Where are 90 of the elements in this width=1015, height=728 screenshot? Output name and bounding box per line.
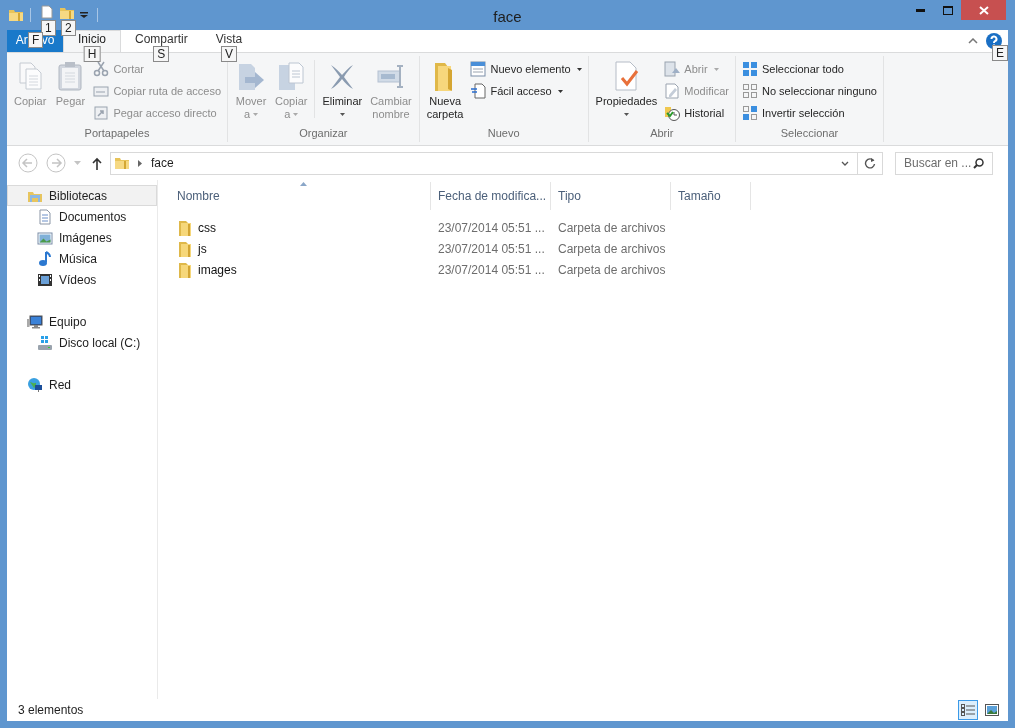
ribbon-button[interactable]: Propiedades <box>592 58 661 116</box>
tree-item[interactable]: Vídeos <box>7 269 157 290</box>
group-label: Seleccionar <box>780 125 839 141</box>
date-cell: 23/07/2014 05:51 ... <box>438 262 545 277</box>
window-title: face <box>493 7 522 27</box>
folder-icon <box>178 261 192 278</box>
group-label: Abrir <box>650 125 674 141</box>
file-name: images <box>198 261 237 279</box>
collapse-ribbon-icon <box>968 38 978 44</box>
file-name: css <box>198 219 216 237</box>
folder-icon <box>178 219 192 236</box>
keytip-label: H <box>83 46 101 62</box>
folder-icon <box>178 240 192 257</box>
search-field[interactable]: Buscar en ... <box>895 151 993 175</box>
search-icon <box>973 157 984 169</box>
document-icon <box>37 208 53 225</box>
picture-icon <box>985 704 999 716</box>
edit-icon <box>664 83 681 99</box>
film-icon <box>37 271 53 288</box>
ribbon-button[interactable]: Historial <box>662 102 731 124</box>
select-none-icon <box>741 83 758 99</box>
column-header[interactable]: Fecha de modifica... <box>431 182 551 210</box>
folder-icon <box>114 155 130 171</box>
tree-item[interactable]: Equipo <box>7 311 157 332</box>
file-name: js <box>198 240 207 258</box>
ribbon-button[interactable]: Nueva carpeta <box>423 58 467 121</box>
new-item-icon <box>470 61 487 77</box>
caret-icon <box>73 161 81 165</box>
tree-item[interactable]: Documentos <box>7 206 157 227</box>
group-label: Portapapeles <box>84 125 150 141</box>
select-all-icon <box>741 61 758 77</box>
ribbon-button[interactable]: Invertir selección <box>739 102 879 124</box>
music-note-icon <box>37 250 53 267</box>
group-label: Nuevo <box>487 125 520 141</box>
easy-access-icon <box>470 83 487 99</box>
close-icon <box>978 5 989 15</box>
keytip-label: 1 <box>41 20 56 36</box>
scissors-icon <box>93 61 110 77</box>
chevron-icon <box>138 159 142 167</box>
breadcrumb[interactable]: face <box>151 154 174 172</box>
ribbon-button[interactable]: Seleccionar todo <box>739 58 879 80</box>
group-label: Organizar <box>299 125 348 141</box>
tree-item[interactable]: Música <box>7 248 157 269</box>
close-button[interactable] <box>961 0 1006 20</box>
maximize-icon <box>942 5 953 15</box>
folder-icon <box>59 5 75 19</box>
dropdown-chevron-icon <box>841 160 849 166</box>
up-arrow-icon <box>92 156 102 170</box>
tree-item[interactable]: Bibliotecas <box>7 185 157 206</box>
type-cell: Carpeta de archivos <box>558 262 666 277</box>
open-icon <box>664 61 681 77</box>
folder-icon <box>8 7 24 23</box>
date-cell: 23/07/2014 05:51 ... <box>438 241 545 256</box>
refresh-icon <box>864 157 876 169</box>
column-header[interactable]: Nombre <box>170 182 431 210</box>
file-row[interactable]: js 23/07/2014 05:51 ... Carpeta de archivos <box>170 238 751 259</box>
details-view-button[interactable] <box>958 700 978 720</box>
ribbon-button[interactable]: No seleccionar ninguno <box>739 80 879 102</box>
column-header[interactable]: Tamaño <box>671 182 751 210</box>
ribbon-button[interactable]: Eliminar <box>319 58 366 116</box>
ribbon-button[interactable]: Nuevo elemento <box>468 58 584 80</box>
column-header[interactable]: Tipo <box>551 182 671 210</box>
keytip-label: E <box>992 45 1008 61</box>
keytip-label: 2 <box>61 20 76 36</box>
drive-icon <box>37 334 53 351</box>
file-row[interactable]: images 23/07/2014 05:51 ... Carpeta de archivos <box>170 259 751 280</box>
minimize-icon <box>916 8 925 12</box>
keytip-label: V <box>220 46 237 62</box>
computer-icon <box>27 313 43 330</box>
shortcut-icon <box>93 105 110 121</box>
keytip-label: F <box>28 32 44 48</box>
file-row[interactable]: css 23/07/2014 05:51 ... Carpeta de archivos <box>170 217 751 238</box>
history-icon <box>664 105 681 121</box>
globe-computer-icon <box>27 376 43 393</box>
status-text: 3 elementos <box>18 702 84 719</box>
tree-item[interactable]: Imágenes <box>7 227 157 248</box>
caret-icon <box>80 12 88 18</box>
details-list-icon <box>961 704 975 716</box>
tree-item[interactable]: Red <box>7 374 157 395</box>
ribbon-button[interactable]: Fácil acceso <box>468 80 584 102</box>
keytip-label: S <box>153 46 170 62</box>
type-cell: Carpeta de archivos <box>558 241 666 256</box>
document-icon <box>40 5 54 19</box>
path-icon <box>93 83 110 99</box>
date-cell: 23/07/2014 05:51 ... <box>438 220 545 235</box>
address-field[interactable]: face <box>110 151 883 175</box>
tree-item[interactable]: Disco local (C:) <box>7 332 157 353</box>
invert-selection-icon <box>741 105 758 121</box>
picture-icon <box>37 229 53 246</box>
type-cell: Carpeta de archivos <box>558 220 666 235</box>
